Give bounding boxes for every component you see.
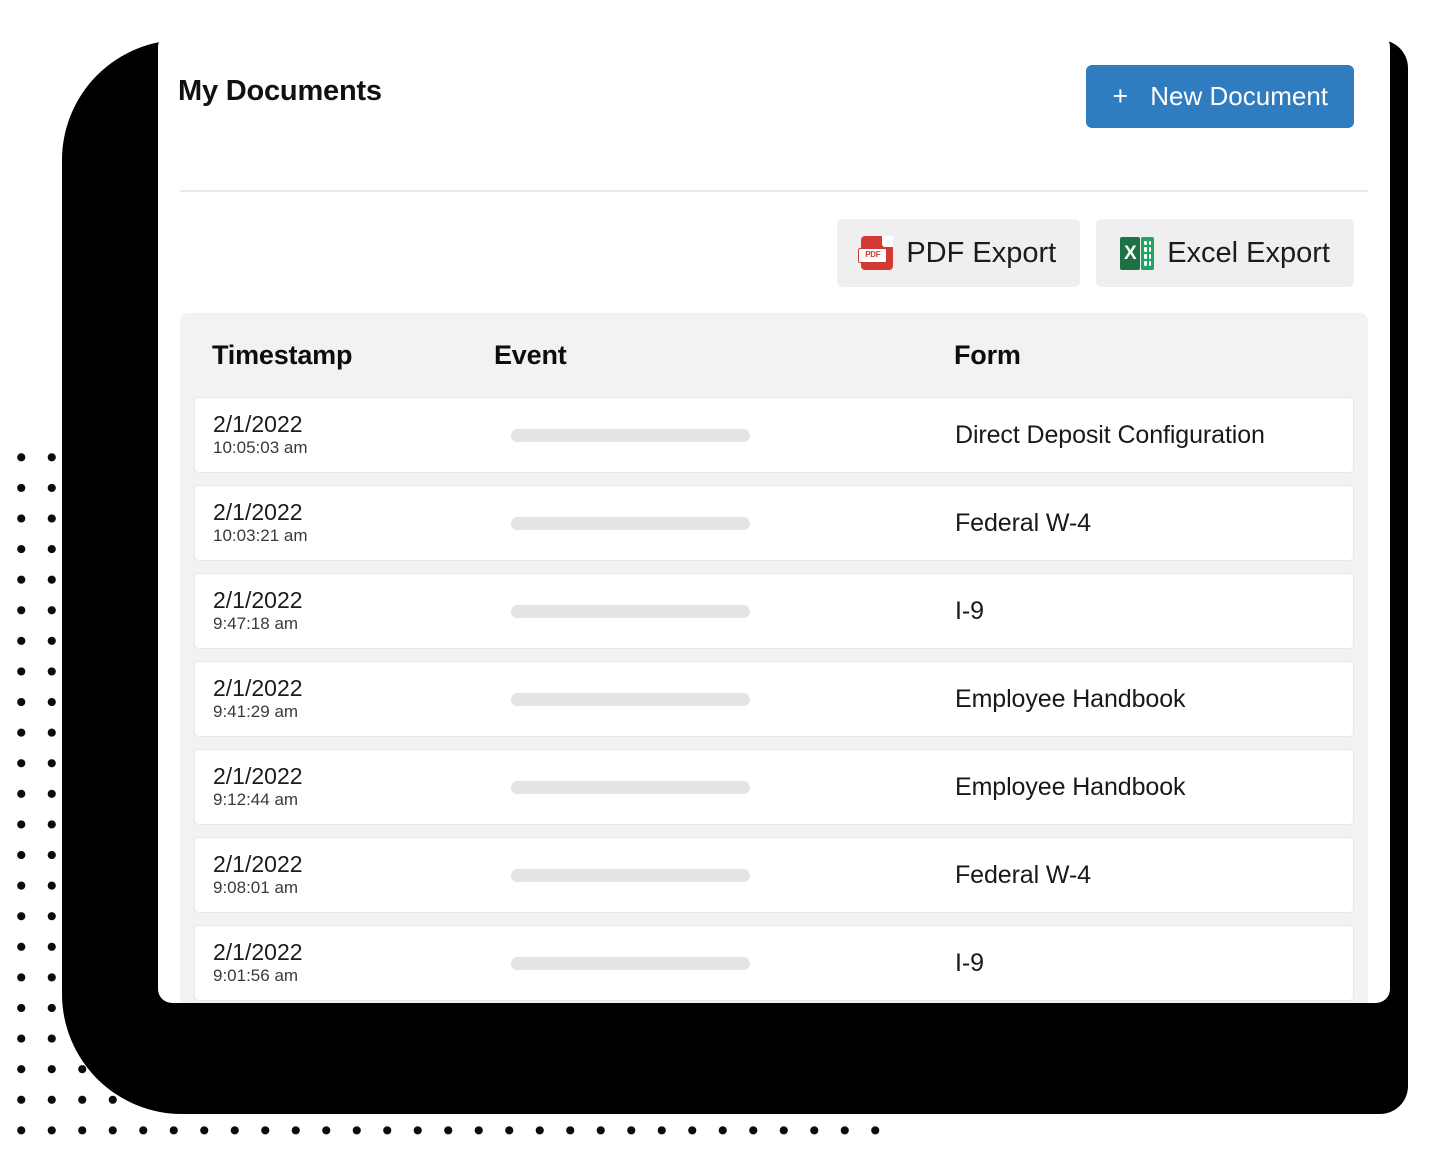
column-header-timestamp: Timestamp xyxy=(212,339,353,370)
cell-timestamp: 2/1/2022 9:41:29 am xyxy=(195,676,495,722)
cell-timestamp: 2/1/2022 9:12:44 am xyxy=(195,764,495,810)
event-redacted-placeholder xyxy=(511,692,750,706)
table-row[interactable]: 2/1/2022 9:12:44 am Employee Handbook xyxy=(194,749,1354,825)
event-redacted-placeholder xyxy=(511,956,750,970)
cell-timestamp: 2/1/2022 10:03:21 am xyxy=(195,500,495,546)
event-redacted-placeholder xyxy=(511,780,750,794)
timestamp-time: 9:47:18 am xyxy=(213,614,299,633)
pdf-export-label: PDF Export xyxy=(906,236,1057,269)
cell-event xyxy=(495,604,955,618)
cell-form: I-9 xyxy=(955,596,984,625)
card-header: My Documents + New Document xyxy=(158,33,1390,192)
documents-table: Timestamp Event Form 2/1/2022 10:05:03 a… xyxy=(180,313,1368,1003)
new-document-button[interactable]: + New Document xyxy=(1086,65,1354,128)
table-row[interactable]: 2/1/2022 9:01:56 am I-9 xyxy=(194,925,1354,1001)
excel-export-label: Excel Export xyxy=(1167,236,1330,269)
timestamp-time: 9:01:56 am xyxy=(213,966,299,985)
table-row[interactable]: 2/1/2022 10:05:03 am Direct Deposit Conf… xyxy=(194,397,1354,473)
timestamp-date: 2/1/2022 xyxy=(213,851,303,877)
cell-timestamp: 2/1/2022 9:47:18 am xyxy=(195,588,495,634)
cell-timestamp: 2/1/2022 10:05:03 am xyxy=(195,412,495,458)
event-redacted-placeholder xyxy=(511,604,750,618)
column-header-form: Form xyxy=(954,339,1021,370)
event-redacted-placeholder xyxy=(511,428,750,442)
excel-icon-grid xyxy=(1141,236,1155,270)
cell-form: I-9 xyxy=(955,948,984,977)
timestamp-time: 10:05:03 am xyxy=(213,438,308,457)
timestamp-date: 2/1/2022 xyxy=(213,499,303,525)
cell-event xyxy=(495,692,955,706)
excel-file-icon: X xyxy=(1120,236,1155,270)
table-row[interactable]: 2/1/2022 9:08:01 am Federal W-4 xyxy=(194,837,1354,913)
table-header-row: Timestamp Event Form xyxy=(180,313,1368,397)
timestamp-time: 9:08:01 am xyxy=(213,878,299,897)
pdf-export-button[interactable]: PDF PDF Export xyxy=(837,219,1081,287)
pdf-icon-label: PDF xyxy=(858,248,888,263)
cell-form: Federal W-4 xyxy=(955,508,1091,537)
cell-timestamp: 2/1/2022 9:01:56 am xyxy=(195,940,495,986)
header-divider xyxy=(180,190,1368,192)
timestamp-time: 10:03:21 am xyxy=(213,526,308,545)
timestamp-date: 2/1/2022 xyxy=(213,939,303,965)
page-title: My Documents xyxy=(178,75,382,107)
timestamp-time: 9:12:44 am xyxy=(213,790,299,809)
cell-form: Direct Deposit Configuration xyxy=(955,420,1265,449)
column-header-event: Event xyxy=(494,339,567,370)
timestamp-date: 2/1/2022 xyxy=(213,675,303,701)
timestamp-date: 2/1/2022 xyxy=(213,587,303,613)
table-row[interactable]: 2/1/2022 9:47:18 am I-9 xyxy=(194,573,1354,649)
timestamp-time: 9:41:29 am xyxy=(213,702,299,721)
table-body: 2/1/2022 10:05:03 am Direct Deposit Conf… xyxy=(180,397,1368,1001)
cell-form: Employee Handbook xyxy=(955,684,1186,713)
event-redacted-placeholder xyxy=(511,516,750,530)
export-toolbar: PDF PDF Export X Excel Export xyxy=(837,219,1354,287)
pdf-file-icon: PDF xyxy=(858,236,894,270)
cell-event xyxy=(495,868,955,882)
cell-event xyxy=(495,516,955,530)
timestamp-date: 2/1/2022 xyxy=(213,411,303,437)
cell-event xyxy=(495,780,955,794)
plus-icon: + xyxy=(1112,81,1129,111)
excel-icon-letter: X xyxy=(1120,236,1141,270)
background-stage: My Documents + New Document PDF PDF Expo… xyxy=(0,0,1442,1162)
cell-form: Employee Handbook xyxy=(955,772,1186,801)
excel-export-button[interactable]: X Excel Export xyxy=(1096,219,1354,287)
new-document-label: New Document xyxy=(1150,81,1328,111)
cell-timestamp: 2/1/2022 9:08:01 am xyxy=(195,852,495,898)
table-row[interactable]: 2/1/2022 10:03:21 am Federal W-4 xyxy=(194,485,1354,561)
cell-event xyxy=(495,428,955,442)
table-row[interactable]: 2/1/2022 9:41:29 am Employee Handbook xyxy=(194,661,1354,737)
event-redacted-placeholder xyxy=(511,868,750,882)
documents-card: My Documents + New Document PDF PDF Expo… xyxy=(158,33,1390,1003)
timestamp-date: 2/1/2022 xyxy=(213,763,303,789)
cell-event xyxy=(495,956,955,970)
cell-form: Federal W-4 xyxy=(955,860,1091,889)
